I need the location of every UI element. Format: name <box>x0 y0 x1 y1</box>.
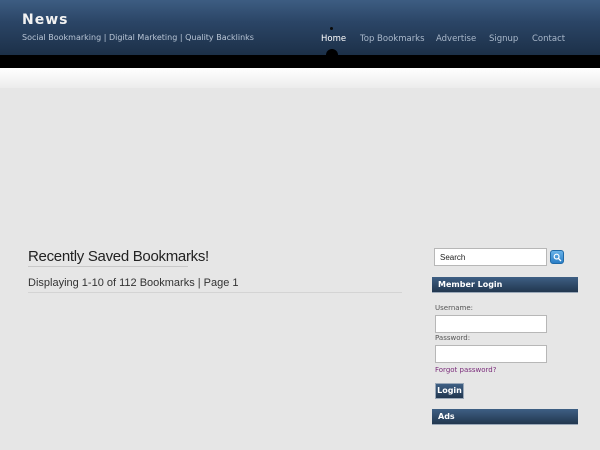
main-nav: Home Top Bookmarks Advertise Signup Cont… <box>0 34 600 48</box>
pagination-info: Displaying 1-10 of 112 Bookmarks | Page … <box>28 277 239 289</box>
password-field[interactable] <box>435 345 547 363</box>
site-title[interactable]: News <box>22 12 68 28</box>
forgot-password-link[interactable]: Forgot password? <box>435 366 496 374</box>
header-bottom-bar <box>0 55 600 68</box>
nav-item-top-bookmarks[interactable]: Top Bookmarks <box>360 34 425 44</box>
nav-indicator-dot <box>330 27 333 30</box>
username-field[interactable] <box>435 315 547 333</box>
nav-item-signup[interactable]: Signup <box>489 34 518 44</box>
active-nav-notch <box>326 49 338 56</box>
username-label: Username: <box>435 304 474 312</box>
site-header: News Social Bookmarking | Digital Market… <box>0 0 600 55</box>
search-button[interactable] <box>550 250 564 264</box>
login-button[interactable]: Login <box>435 383 464 399</box>
search-input[interactable] <box>434 248 547 266</box>
nav-item-contact[interactable]: Contact <box>532 34 565 44</box>
nav-item-home[interactable]: Home <box>321 34 346 44</box>
nav-item-advertise[interactable]: Advertise <box>436 34 476 44</box>
title-underline <box>28 266 188 267</box>
ads-header: Ads <box>432 409 578 425</box>
password-label: Password: <box>435 334 471 342</box>
member-login-header: Member Login <box>432 277 578 293</box>
search-icon <box>553 253 562 262</box>
page-title: Recently Saved Bookmarks! <box>28 248 209 265</box>
content-divider <box>28 292 402 293</box>
header-shadow-band <box>0 68 600 88</box>
